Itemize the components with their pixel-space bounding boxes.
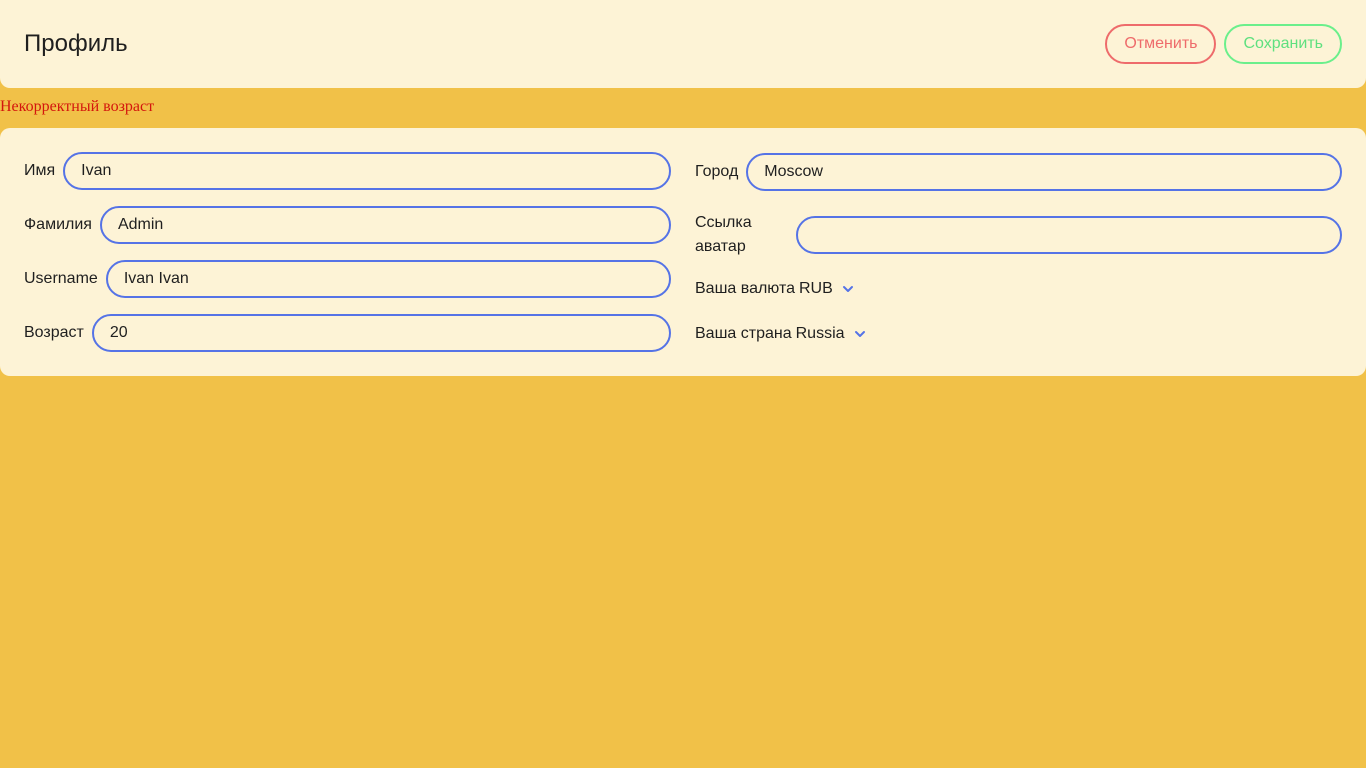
save-button[interactable]: Сохранить: [1224, 24, 1342, 64]
first-name-row: Имя: [24, 152, 671, 190]
last-name-row: Фамилия: [24, 206, 671, 244]
avatar-row: Ссылка аватар: [695, 213, 1342, 257]
profile-column-right: Город Ссылка аватар Ваша валюта RUB Ваша…: [695, 152, 1342, 352]
cancel-button[interactable]: Отменить: [1105, 24, 1217, 64]
username-row: Username: [24, 260, 671, 298]
error-message: Некорректный возраст: [0, 98, 155, 115]
currency-label: Ваша валюта: [695, 279, 795, 297]
first-name-input[interactable]: [63, 152, 671, 190]
chevron-down-icon[interactable]: [841, 282, 855, 296]
age-label: Возраст: [24, 324, 84, 341]
city-input[interactable]: [746, 153, 1342, 191]
last-name-label: Фамилия: [24, 216, 92, 233]
avatar-label: Ссылка аватар: [695, 214, 752, 255]
avatar-input[interactable]: [796, 216, 1342, 254]
currency-row: Ваша валюта RUB: [695, 271, 1342, 307]
last-name-input[interactable]: [99, 206, 671, 244]
profile-card: Имя Фамилия Username Возраст Город Ссылк…: [0, 128, 1366, 376]
profile-column-left: Имя Фамилия Username Возраст: [24, 152, 671, 352]
country-row: Ваша страна Russia: [695, 317, 1342, 353]
city-row: Город: [695, 153, 1342, 191]
country-label: Ваша страна: [695, 325, 792, 343]
currency-value: RUB: [799, 279, 833, 297]
username-input[interactable]: [105, 260, 671, 298]
first-name-label: Имя: [24, 162, 56, 179]
age-row: Возраст: [24, 314, 671, 352]
page-title: Профиль: [24, 30, 128, 57]
currency-select[interactable]: Ваша валюта RUB: [695, 280, 855, 298]
chevron-down-icon[interactable]: [853, 327, 867, 341]
city-label: Город: [695, 163, 739, 180]
country-select[interactable]: Ваша страна Russia: [695, 325, 867, 343]
country-value: Russia: [795, 325, 845, 343]
username-label: Username: [24, 270, 98, 287]
age-input[interactable]: [91, 314, 671, 352]
page-header: Профиль Отменить Сохранить: [0, 0, 1366, 88]
header-actions: Отменить Сохранить: [1105, 24, 1342, 64]
